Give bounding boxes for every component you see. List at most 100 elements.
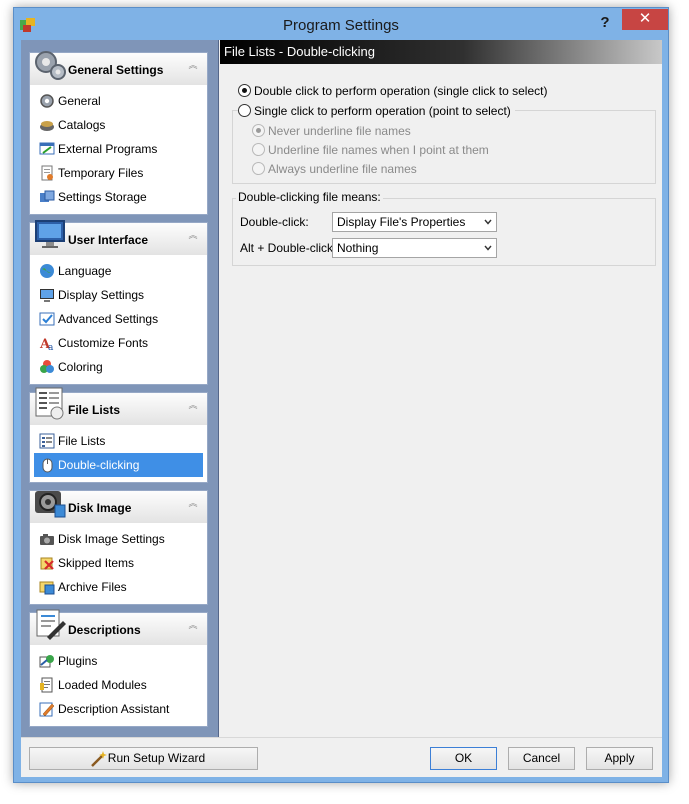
sidebar-item-advanced-settings[interactable]: Advanced Settings xyxy=(34,307,203,331)
help-button[interactable]: ? xyxy=(596,14,614,34)
monitor-icon xyxy=(35,220,65,248)
client-area: General Settings ︽ General Catalogs Exte… xyxy=(21,40,662,777)
palette-icon xyxy=(40,360,54,373)
alt-double-click-select[interactable]: Nothing xyxy=(332,238,497,258)
sidebar-item-loaded-modules[interactable]: Loaded Modules xyxy=(34,673,203,697)
alt-double-click-select-value: Nothing xyxy=(337,241,379,255)
sidebar-item-language[interactable]: Language xyxy=(34,259,203,283)
group-title: File Lists xyxy=(68,403,121,417)
run-setup-wizard-button[interactable]: Run Setup Wizard xyxy=(29,747,258,770)
sidebar-item-catalogs[interactable]: Catalogs xyxy=(34,113,203,137)
double-click-select[interactable]: Display File's Properties xyxy=(332,212,497,232)
group-header-general-settings[interactable]: General Settings ︽ xyxy=(30,51,207,85)
radio-always-underline: Always underline file names xyxy=(252,160,417,178)
sidebar-item-double-clicking[interactable]: Double-clicking xyxy=(34,453,203,477)
wizard-wand-icon xyxy=(91,751,107,767)
sidebar-item-label: Loaded Modules xyxy=(58,678,147,692)
sidebar-item-description-assistant[interactable]: Description Assistant xyxy=(34,697,203,721)
group-file-lists: File Lists ︽ File Lists Double-clicking xyxy=(29,387,208,483)
sidebar-item-general[interactable]: General xyxy=(34,89,203,113)
sidebar-item-label: Advanced Settings xyxy=(58,312,159,326)
descriptions-icon xyxy=(36,609,66,640)
radio-button-icon[interactable] xyxy=(238,84,251,97)
display-icon xyxy=(40,289,54,302)
sidebar-item-external-programs[interactable]: External Programs xyxy=(34,137,203,161)
collapse-chevron-icon[interactable]: ︽ xyxy=(187,499,199,512)
radio-single-click[interactable]: Single click to perform operation (point… xyxy=(238,102,515,120)
sidebar-item-file-lists[interactable]: File Lists xyxy=(34,429,203,453)
chevron-down-icon xyxy=(484,245,492,251)
group-title: User Interface xyxy=(68,233,149,247)
group-header-user-interface[interactable]: User Interface ︽ xyxy=(30,220,207,255)
radio-button-icon xyxy=(252,124,265,137)
file-list-icon xyxy=(35,387,64,420)
dialog-button-bar: Run Setup Wizard OK Cancel Apply xyxy=(21,737,662,777)
group-header-descriptions[interactable]: Descriptions ︽ xyxy=(30,609,207,645)
close-button[interactable]: ✕ xyxy=(622,9,668,30)
cancel-button[interactable]: Cancel xyxy=(508,747,575,770)
ok-button[interactable]: OK xyxy=(430,747,497,770)
gear-icon xyxy=(40,94,54,108)
advanced-settings-icon xyxy=(39,312,55,326)
group-general-settings: General Settings ︽ General Catalogs Exte… xyxy=(29,51,208,215)
title-bar: Program Settings ? ✕ xyxy=(14,8,668,40)
sidebar-item-label: Description Assistant xyxy=(58,702,170,716)
sidebar-item-display-settings[interactable]: Display Settings xyxy=(34,283,203,307)
sidebar-item-label: Disk Image Settings xyxy=(58,532,165,546)
external-programs-icon xyxy=(39,142,55,155)
radio-label: Never underline file names xyxy=(268,124,411,138)
globe-icon xyxy=(40,264,54,278)
sidebar-item-label: Catalogs xyxy=(58,118,106,132)
sidebar-item-archive-files[interactable]: Archive Files xyxy=(34,575,203,599)
sidebar-item-customize-fonts[interactable]: Aa Customize Fonts xyxy=(34,331,203,355)
camera-icon xyxy=(40,534,54,545)
group-header-file-lists[interactable]: File Lists ︽ xyxy=(30,387,207,425)
group-header-disk-image[interactable]: Disk Image ︽ xyxy=(30,491,207,523)
apply-button[interactable]: Apply xyxy=(586,747,653,770)
settings-storage-icon xyxy=(40,190,55,202)
archive-icon xyxy=(39,581,55,595)
sidebar-item-label: Display Settings xyxy=(58,288,145,302)
group-title: Descriptions xyxy=(68,623,141,637)
gears-icon xyxy=(35,51,66,80)
radio-button-icon[interactable] xyxy=(238,104,251,117)
sidebar-item-label: Settings Storage xyxy=(58,190,147,204)
sidebar-item-plugins[interactable]: Plugins xyxy=(34,649,203,673)
radio-never-underline: Never underline file names xyxy=(252,122,411,140)
radio-button-icon xyxy=(252,162,265,175)
sidebar-item-temporary-files[interactable]: Temporary Files xyxy=(34,161,203,185)
group-descriptions: Descriptions ︽ Plugins Loaded Modules De… xyxy=(29,609,208,727)
sidebar-item-coloring[interactable]: Coloring xyxy=(34,355,203,379)
group-user-interface: User Interface ︽ Language Display Settin… xyxy=(29,220,208,385)
collapse-chevron-icon[interactable]: ︽ xyxy=(187,61,199,74)
group-title: Disk Image xyxy=(68,501,132,515)
sidebar-item-label: Double-clicking xyxy=(58,458,140,472)
radio-label: Single click to perform operation (point… xyxy=(254,104,511,118)
collapse-chevron-icon[interactable]: ︽ xyxy=(187,231,199,244)
radio-label: Always underline file names xyxy=(268,162,417,176)
double-click-select-value: Display File's Properties xyxy=(337,215,466,229)
program-settings-window: Program Settings ? ✕ General Settings ︽ xyxy=(13,7,669,783)
double-click-label: Double-click: xyxy=(240,215,309,229)
disk-image-icon xyxy=(35,491,66,518)
group-title: General Settings xyxy=(68,63,164,77)
group-disk-image: Disk Image ︽ Disk Image Settings Skipped… xyxy=(29,490,208,605)
panel-header: File Lists - Double-clicking xyxy=(220,40,662,64)
sidebar-item-label: Temporary Files xyxy=(58,166,144,180)
sidebar-item-disk-image-settings[interactable]: Disk Image Settings xyxy=(34,527,203,551)
radio-double-click[interactable]: Double click to perform operation (singl… xyxy=(238,82,547,100)
sidebar-item-skipped-items[interactable]: Skipped Items xyxy=(34,551,203,575)
sidebar-item-label: Coloring xyxy=(58,360,103,374)
window-title: Program Settings xyxy=(283,17,399,34)
collapse-chevron-icon[interactable]: ︽ xyxy=(187,621,199,634)
collapse-chevron-icon[interactable]: ︽ xyxy=(187,401,199,414)
file-list-small-icon xyxy=(39,433,55,449)
radio-underline-on-point: Underline file names when I point at the… xyxy=(252,141,489,159)
sidebar-item-label: Skipped Items xyxy=(58,556,135,570)
fonts-icon: Aa xyxy=(39,337,54,351)
sidebar-item-settings-storage[interactable]: Settings Storage xyxy=(34,185,203,209)
settings-sidebar: General Settings ︽ General Catalogs Exte… xyxy=(21,40,219,737)
sidebar-item-label: Customize Fonts xyxy=(58,336,149,350)
svg-text:a: a xyxy=(48,343,54,351)
sidebar-item-label: General xyxy=(58,94,101,108)
